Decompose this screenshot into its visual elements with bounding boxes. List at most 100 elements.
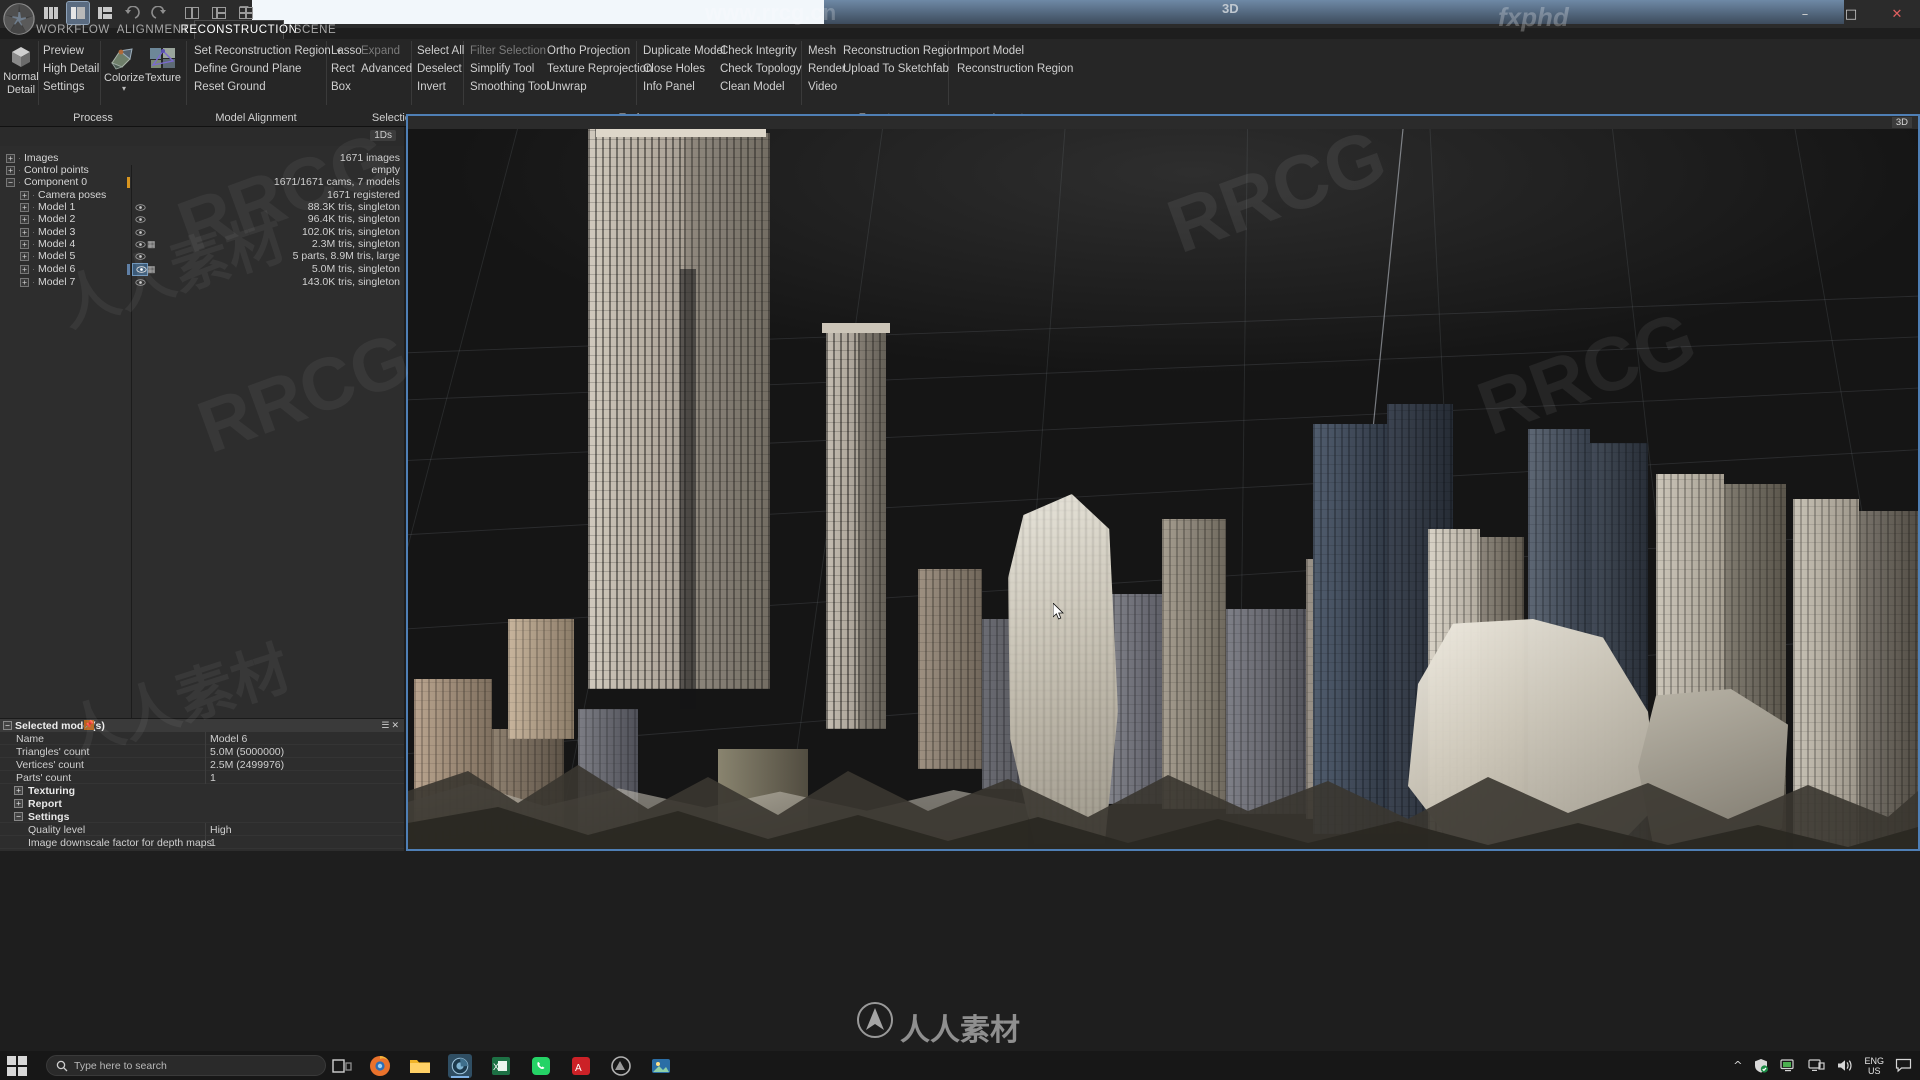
unwrap-button[interactable]: Unwrap [547,81,587,93]
expander-icon[interactable]: + [20,202,29,212]
tab-reconstruction[interactable]: RECONSTRUCTION [181,20,297,39]
texture-indicator-icon[interactable]: ▦ [147,239,156,250]
tree-row[interactable]: + · Model 5 5 parts, 8.9M tris, large [0,250,404,262]
property-row[interactable]: Quality level High [0,823,404,836]
deselect-button[interactable]: Deselect [417,63,462,75]
viewport-3d[interactable]: 3D [406,114,1920,851]
preview-button[interactable]: Preview [43,45,84,57]
tree-row[interactable]: − · Component 0 1671/1671 cams, 7 models [0,176,404,188]
normal-detail-button[interactable]: Normal Detail [3,45,39,97]
collapse-icon[interactable]: − [14,812,23,821]
visibility-eye-icon[interactable] [135,214,146,225]
expander-icon[interactable]: + [20,190,29,200]
network-monitor-icon[interactable] [1780,1058,1797,1073]
import-model-button[interactable]: Import Model [957,45,1024,57]
visibility-eye-icon[interactable] [135,277,146,288]
file-explorer-icon[interactable] [408,1054,432,1078]
chevron-down-icon[interactable]: ▾ [104,85,144,93]
tree-row-selected[interactable]: + · Model 6 ▦ 5.0M tris, singleton [0,263,404,276]
box-button[interactable]: Box [331,81,351,93]
colorize-button[interactable]: Colorize ▾ [104,45,144,93]
visibility-eye-icon[interactable] [135,251,146,262]
expander-icon[interactable]: + [20,251,29,261]
visibility-eye-icon[interactable] [135,202,146,213]
property-row[interactable]: Parts' count 1 [0,771,404,784]
texture-button[interactable]: Texture [143,45,183,85]
set-reconstruction-region-button[interactable]: Set Reconstruction Region ▾ [194,45,341,57]
property-group-report[interactable]: + Report [0,797,404,810]
simplify-tool-button[interactable]: Simplify Tool [470,63,534,75]
define-ground-plane-button[interactable]: Define Ground Plane [194,63,301,75]
export-reconstruction-region-button[interactable]: Reconstruction Region [843,45,959,57]
pin-icon[interactable]: 📌 [84,720,94,730]
view-badge-1ds[interactable]: 1Ds [370,130,396,141]
clean-model-button[interactable]: Clean Model [720,81,785,93]
texture-indicator-icon[interactable]: ▦ [147,264,156,275]
advanced-button[interactable]: Advanced [361,63,412,75]
export-mesh-button[interactable]: Mesh [808,45,836,57]
speaker-icon[interactable] [1836,1058,1853,1073]
import-reconstruction-region-button[interactable]: Reconstruction Region [957,63,1073,75]
filter-selection-button[interactable]: Filter Selection [470,45,546,57]
property-group-texturing[interactable]: + Texturing [0,784,404,797]
expander-icon[interactable]: + [6,153,15,163]
collapse-icon[interactable]: − [6,177,15,187]
language-indicator[interactable]: ENG US [1864,1056,1884,1076]
tab-workflow[interactable]: WORKFLOW [34,20,112,39]
expander-icon[interactable]: + [14,799,23,808]
expander-icon[interactable]: + [20,239,29,249]
reset-ground-button[interactable]: Reset Ground [194,81,266,93]
invert-button[interactable]: Invert [417,81,446,93]
settings-button[interactable]: Settings [43,81,85,93]
tab-scene[interactable]: SCENE [288,20,342,39]
visibility-eye-icon[interactable] [135,227,146,238]
lasso-button[interactable]: Lasso [331,45,362,57]
tree-row[interactable]: + · Images 1671 images [0,152,404,164]
property-row[interactable]: Image downscale factor for depth maps 1 [0,836,404,849]
expander-icon[interactable]: + [20,214,29,224]
export-render-button[interactable]: Render [808,63,846,75]
expander-icon[interactable]: + [20,277,29,287]
excel-icon[interactable]: X [489,1054,513,1078]
property-group-settings[interactable]: − Settings [0,810,404,823]
check-topology-button[interactable]: Check Topology [720,63,802,75]
scene-tree-body[interactable]: + · Images 1671 images + · Control points em… [0,146,404,740]
property-row[interactable]: Name Model 6 [0,732,404,745]
panel-dock-controls[interactable]: ☰✕ [381,720,401,731]
property-row[interactable]: Triangles' count 5.0M (5000000) [0,745,404,758]
realitycapture-icon[interactable] [448,1054,472,1078]
close-holes-button[interactable]: Close Holes [643,63,705,75]
firefox-icon[interactable] [368,1054,392,1078]
property-row[interactable]: Vertices' count 2.5M (2499976) [0,758,404,771]
expander-icon[interactable]: + [20,264,29,274]
expand-button[interactable]: Expand [361,45,400,57]
visibility-eye-icon[interactable] [136,264,147,275]
tree-row[interactable]: + · Model 1 88.3K tris, singleton [0,201,404,213]
info-panel-button[interactable]: Info Panel [643,81,695,93]
shield-icon[interactable] [1753,1058,1769,1074]
notification-icon[interactable] [1895,1058,1912,1073]
expander-icon[interactable]: + [6,165,15,175]
duplicate-model-button[interactable]: Duplicate Model [643,45,725,57]
task-view-icon[interactable] [330,1054,354,1078]
windows-start-icon[interactable] [6,1055,28,1077]
search-box[interactable]: Type here to search [46,1055,326,1076]
export-video-button[interactable]: Video [808,81,837,93]
chevron-up-icon[interactable]: ^ [1733,1059,1742,1072]
whatsapp-icon[interactable] [529,1054,553,1078]
tree-row[interactable]: + · Model 2 96.4K tris, singleton [0,213,404,225]
display-icon[interactable] [1808,1058,1826,1073]
photos-icon[interactable] [649,1054,673,1078]
check-integrity-button[interactable]: Check Integrity [720,45,797,57]
tree-row[interactable]: + · Model 3 102.0K tris, singleton [0,226,404,238]
graphics-app-icon[interactable] [609,1054,633,1078]
expander-icon[interactable]: + [14,786,23,795]
properties-panel-header[interactable]: − Selected model(s) 📌 ☰✕ [0,719,404,732]
upload-to-sketchfab-button[interactable]: Upload To Sketchfab [843,63,949,75]
expander-icon[interactable]: + [20,227,29,237]
ortho-projection-button[interactable]: Ortho Projection [547,45,630,57]
viewport-scene[interactable] [408,129,1918,849]
visibility-eye-icon[interactable] [135,239,146,250]
tree-row[interactable]: + · Model 4 ▦ 2.3M tris, singleton [0,238,404,250]
smoothing-tool-button[interactable]: Smoothing Tool [470,81,549,93]
